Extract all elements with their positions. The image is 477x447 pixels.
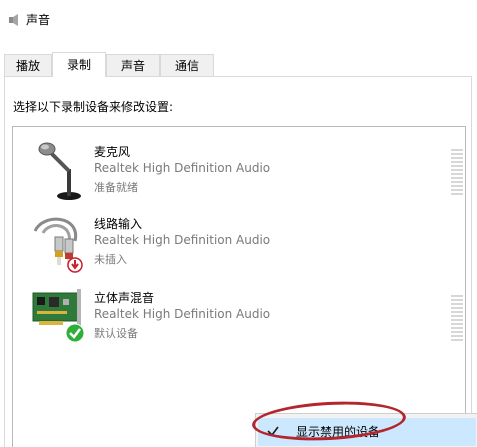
menu-item-label: 显示禁用的设备 bbox=[296, 425, 381, 439]
context-menu: 显示禁用的设备 bbox=[255, 413, 477, 447]
level-meter bbox=[451, 149, 463, 195]
tab-playback[interactable]: 播放 bbox=[4, 54, 52, 76]
title-bar: 声音 bbox=[0, 0, 477, 38]
device-driver: Realtek High Definition Audio bbox=[94, 161, 271, 175]
device-status: 未插入 bbox=[94, 253, 127, 266]
device-driver: Realtek High Definition Audio bbox=[94, 307, 271, 321]
window-title: 声音 bbox=[26, 13, 51, 27]
tab-communications[interactable]: 通信 bbox=[160, 54, 214, 76]
tab-recording[interactable]: 录制 bbox=[52, 52, 106, 77]
device-name: 立体声混音 bbox=[94, 291, 155, 305]
unplugged-badge-icon bbox=[67, 257, 83, 273]
device-item-stereo-mix[interactable]: 立体声混音 Realtek High Definition Audio 默认设备 bbox=[13, 285, 467, 355]
device-name: 麦克风 bbox=[94, 145, 131, 159]
tab-sounds[interactable]: 声音 bbox=[106, 54, 160, 76]
device-item-line-in[interactable]: 线路输入 Realtek High Definition Audio 未插入 bbox=[13, 211, 467, 281]
microphone-icon bbox=[38, 142, 81, 200]
tab-strip: 播放 录制 声音 通信 bbox=[0, 52, 477, 77]
speaker-icon bbox=[9, 14, 18, 26]
menu-item-show-disabled-devices[interactable]: 显示禁用的设备 bbox=[258, 418, 476, 446]
level-meter bbox=[451, 295, 463, 341]
checkmark-icon bbox=[267, 426, 279, 437]
device-status: 默认设备 bbox=[94, 327, 138, 340]
default-check-badge-icon bbox=[65, 323, 85, 343]
device-item-microphone[interactable]: 麦克风 Realtek High Definition Audio 准备就绪 bbox=[13, 139, 467, 209]
instruction-text: 选择以下录制设备来修改设置: bbox=[13, 100, 174, 114]
device-name: 线路输入 bbox=[94, 217, 143, 231]
device-status: 准备就绪 bbox=[94, 181, 138, 194]
device-driver: Realtek High Definition Audio bbox=[94, 233, 271, 247]
device-list[interactable]: 麦克风 Realtek High Definition Audio 准备就绪 线… bbox=[12, 126, 466, 447]
